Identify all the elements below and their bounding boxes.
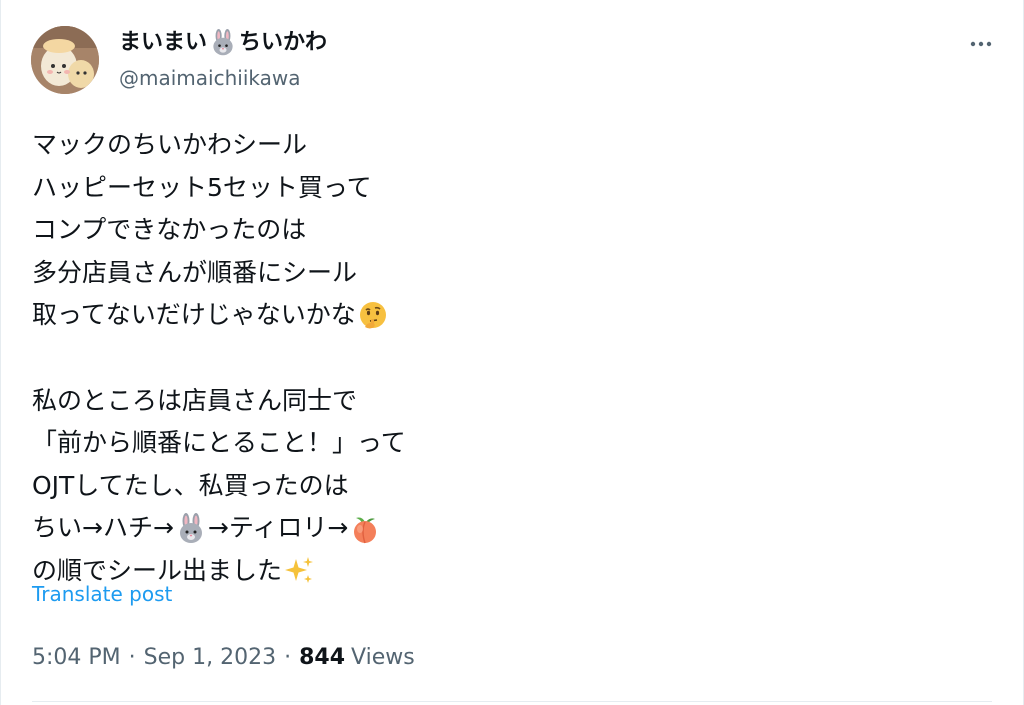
more-options-button[interactable]	[963, 28, 999, 60]
tweet-line: 私のところは店員さん同士で	[32, 380, 932, 423]
thinking-face-icon	[357, 300, 389, 332]
avatar-image	[31, 26, 99, 94]
tweet-time[interactable]: 5:04 PM	[32, 643, 121, 673]
rabbit-face-icon	[209, 29, 237, 57]
tweet-date[interactable]: Sep 1, 2023	[144, 643, 276, 673]
tweet-line: 「前から順番にとること！」って	[32, 422, 932, 465]
tweet-line-text: OJTしてたし、私買ったのは	[32, 470, 349, 500]
translate-post-link[interactable]: Translate post	[32, 580, 172, 608]
tweet-line: マックのちいかわシール	[32, 124, 932, 167]
divider	[32, 701, 992, 702]
tweet-line-text: 取ってないだけじゃないかな	[32, 300, 356, 330]
tweet-line: 多分店員さんが順番にシール	[32, 252, 932, 295]
display-name[interactable]: まいまい ちいかわ	[119, 28, 327, 58]
sparkles-icon	[283, 555, 315, 587]
rabbit-face-icon	[175, 512, 207, 545]
tweet-line-text: 私のところは店員さん同士で	[32, 385, 358, 415]
avatar[interactable]	[31, 26, 99, 94]
tweet-line-text: ハッピーセット5セット買って	[32, 172, 372, 202]
tweet-card: まいまい ちいかわ @maimaichiikawa マックのちいかわシール ハッ…	[0, 0, 1024, 705]
tweet-line-text: 「前から順番にとること！」って	[32, 428, 406, 458]
author-handle[interactable]: @maimaichiikawa	[119, 64, 300, 92]
views-label: Views	[351, 645, 415, 670]
tweet-line: コンプできなかったのは	[32, 209, 932, 252]
tweet-text: マックのちいかわシール ハッピーセット5セット買って コンプできなかったのは 多…	[32, 124, 932, 593]
tweet-line: ハッピーセット5セット買って	[32, 167, 932, 210]
peach-icon	[349, 513, 381, 545]
tweet-line-text: 多分店員さんが順番にシール	[32, 257, 358, 287]
meta-separator: ·	[128, 645, 136, 670]
tweet-line: 取ってないだけじゃないかな	[32, 294, 932, 337]
tweet-line-text: →ティロリ→	[207, 513, 349, 543]
more-dots-icon	[970, 41, 992, 47]
tweet-meta: 5:04 PM · Sep 1, 2023 · 844 Views	[32, 643, 415, 673]
meta-separator: ·	[284, 645, 292, 670]
tweet-line-text: コンプできなかったのは	[32, 215, 307, 245]
display-name-part2: ちいかわ	[239, 30, 328, 55]
tweet-line-text: ちい→ハチ→	[32, 513, 174, 543]
views-count: 844	[299, 645, 346, 670]
tweet-line: OJTしてたし、私買ったのは	[32, 465, 932, 508]
tweet-line: ちい→ハチ→ →ティロリ→	[32, 507, 932, 550]
tweet-line-text: マックのちいかわシール	[32, 130, 308, 159]
display-name-part1: まいまい	[119, 30, 208, 55]
